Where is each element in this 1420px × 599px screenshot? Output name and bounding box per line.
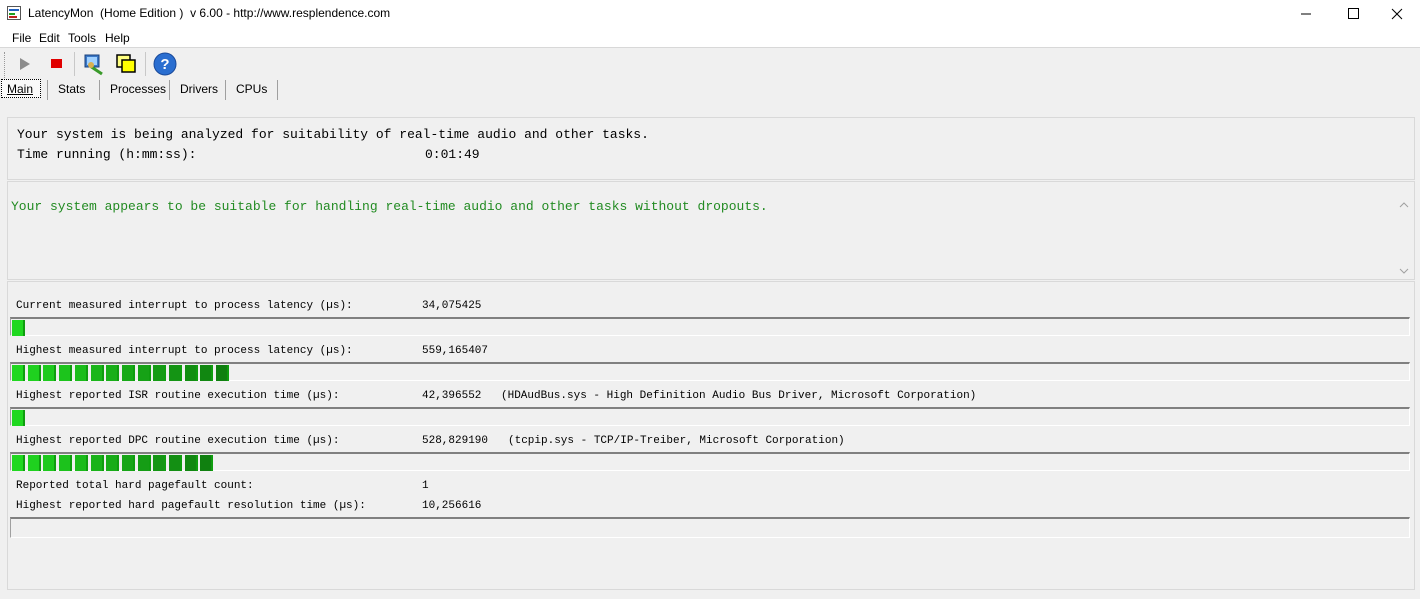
windows-icon <box>116 54 136 73</box>
bar-segment <box>27 455 41 471</box>
tab-separator <box>169 80 170 100</box>
bar-segment <box>137 455 151 471</box>
dpc-time-bar <box>10 452 1410 471</box>
isr-time-label: Highest reported ISR routine execution t… <box>16 390 340 402</box>
bar-segment <box>153 455 167 471</box>
stop-icon <box>51 59 62 68</box>
close-icon <box>1391 8 1403 19</box>
bar-segment <box>121 365 135 381</box>
close-button[interactable] <box>1374 0 1420 27</box>
bar-segment <box>74 455 88 471</box>
pagefault-time-label: Highest reported hard pagefault resoluti… <box>16 500 366 512</box>
menu-tools[interactable]: Tools <box>68 31 96 45</box>
bar-segment <box>12 365 25 381</box>
menu-edit[interactable]: Edit <box>39 31 60 45</box>
menu-help[interactable]: Help <box>105 31 130 45</box>
bar-segment <box>59 365 73 381</box>
tab-processes[interactable]: Processes <box>104 80 172 98</box>
bar-segment <box>184 365 198 381</box>
bar-segment <box>43 455 57 471</box>
isr-driver-info: (HDAudBus.sys - High Definition Audio Bu… <box>501 390 977 402</box>
highest-latency-label: Highest measured interrupt to process la… <box>16 345 353 357</box>
current-latency-bar <box>10 317 1410 336</box>
cpu-tool-button[interactable] <box>82 52 106 76</box>
toolbar-separator <box>74 52 75 76</box>
menu-file[interactable]: File <box>12 31 31 45</box>
app-icon <box>7 6 21 20</box>
bar-segment <box>121 455 135 471</box>
pagefault-count-value: 1 <box>422 480 429 492</box>
verdict-panel <box>7 181 1415 280</box>
maximize-icon <box>1347 8 1359 19</box>
bar-segment <box>59 455 73 471</box>
play-icon <box>20 58 30 70</box>
bar-segment <box>12 410 25 426</box>
dpc-time-label: Highest reported DPC routine execution t… <box>16 435 340 447</box>
pagefault-time-bar <box>10 517 1410 538</box>
tab-separator <box>225 80 226 100</box>
menu-divider <box>0 47 1420 48</box>
pagefault-time-value: 10,256616 <box>422 500 482 512</box>
verdict-scrollbar[interactable] <box>1397 199 1411 277</box>
cpu-tool-icon <box>84 54 103 76</box>
bar-segment <box>12 455 25 471</box>
toolbar-separator <box>145 52 146 76</box>
isr-time-bar <box>10 407 1410 426</box>
help-button[interactable]: ? <box>153 52 177 76</box>
start-button[interactable] <box>15 55 35 73</box>
highest-latency-value: 559,165407 <box>422 345 489 357</box>
analysis-status-text: Your system is being analyzed for suitab… <box>17 127 649 142</box>
scroll-up-icon[interactable] <box>1397 199 1411 211</box>
bar-segment <box>137 365 151 381</box>
time-running-value: 0:01:49 <box>425 147 480 162</box>
bar-segment <box>169 455 182 471</box>
svg-text:?: ? <box>160 56 169 73</box>
bar-segment <box>27 365 41 381</box>
window-title: LatencyMon (Home Edition ) v 6.00 - http… <box>28 6 391 20</box>
time-running-label: Time running (h:mm:ss): <box>17 147 197 162</box>
windows-button[interactable] <box>114 52 138 76</box>
bar-segment <box>169 365 182 381</box>
bar-segment <box>43 365 57 381</box>
minimize-icon <box>1300 13 1311 15</box>
bar-segment <box>200 455 214 471</box>
tab-stats[interactable]: Stats <box>52 80 91 98</box>
dpc-driver-info: (tcpip.sys - TCP/IP-Treiber, Microsoft C… <box>508 435 845 447</box>
bar-segment <box>216 365 230 381</box>
bar-segment <box>90 365 104 381</box>
maximize-button[interactable] <box>1330 0 1376 27</box>
minimize-button[interactable] <box>1283 0 1329 27</box>
isr-time-value: 42,396552 <box>422 390 482 402</box>
bar-segment <box>184 455 198 471</box>
scroll-down-icon[interactable] <box>1397 265 1411 277</box>
tab-separator <box>99 80 100 100</box>
menu-bar <box>0 27 1420 47</box>
pagefault-count-label: Reported total hard pagefault count: <box>16 480 254 492</box>
tab-main[interactable]: Main <box>1 80 39 98</box>
tab-cpus[interactable]: CPUs <box>230 80 273 98</box>
help-icon: ? <box>153 52 177 76</box>
verdict-text: Your system appears to be suitable for h… <box>11 199 768 214</box>
dpc-time-value: 528,829190 <box>422 435 489 447</box>
bar-segment <box>106 455 120 471</box>
current-latency-value: 34,075425 <box>422 300 482 312</box>
tab-separator <box>277 80 278 100</box>
bar-segment <box>153 365 167 381</box>
stop-button[interactable] <box>47 55 67 73</box>
bar-segment <box>90 455 104 471</box>
highest-latency-bar <box>10 362 1410 381</box>
current-latency-label: Current measured interrupt to process la… <box>16 300 353 312</box>
bar-segment <box>12 320 25 336</box>
bar-segment <box>74 365 88 381</box>
bar-segment <box>106 365 120 381</box>
tab-separator <box>47 80 48 100</box>
bar-segment <box>200 365 214 381</box>
tab-drivers[interactable]: Drivers <box>174 80 224 98</box>
